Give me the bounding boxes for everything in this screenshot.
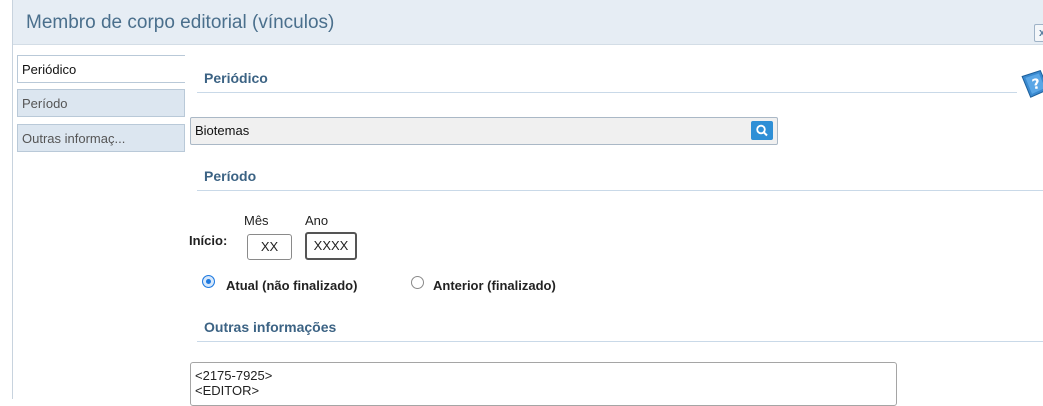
tab-periodico[interactable]: Periódico (17, 55, 185, 83)
section-divider (197, 341, 1043, 342)
radio-anterior[interactable] (411, 276, 424, 289)
tab-periodo[interactable]: Período (17, 89, 185, 117)
section-divider (197, 190, 1043, 191)
tab-outras-informacoes[interactable]: Outras informaç... (17, 124, 185, 152)
inicio-label: Início: (189, 233, 228, 248)
close-button[interactable]: x (1034, 24, 1043, 42)
section-divider (197, 92, 1017, 93)
help-icon[interactable]: ? (1018, 67, 1043, 100)
section-title-periodo: Período (204, 168, 257, 184)
textarea-line: <EDITOR> (195, 383, 260, 398)
section-title-periodico: Periódico (204, 70, 268, 86)
section-title-outras: Outras informações (204, 319, 337, 335)
dialog-title: Membro de corpo editorial (vínculos) (26, 12, 335, 33)
radio-atual[interactable] (202, 275, 215, 288)
radio-anterior-label[interactable]: Anterior (finalizado) (433, 278, 556, 293)
radio-atual-label[interactable]: Atual (não finalizado) (226, 278, 357, 293)
periodico-value: Biotemas (195, 123, 250, 138)
outras-informacoes-textarea[interactable]: <2175-7925> <EDITOR> (190, 362, 897, 406)
search-button[interactable] (751, 121, 773, 140)
mes-label: Mês (244, 213, 269, 228)
mes-input[interactable]: XX (247, 234, 292, 260)
periodico-field[interactable]: Biotemas (190, 117, 778, 145)
search-icon (756, 124, 768, 137)
textarea-line: <2175-7925> (195, 368, 273, 383)
editorial-board-dialog: Membro de corpo editorial (vínculos) x P… (12, 0, 1043, 406)
dialog-titlebar: Membro de corpo editorial (vínculos) x (13, 0, 1043, 45)
ano-input[interactable]: XXXX (305, 232, 357, 260)
ano-label: Ano (305, 213, 329, 228)
close-icon: x (1038, 27, 1043, 39)
